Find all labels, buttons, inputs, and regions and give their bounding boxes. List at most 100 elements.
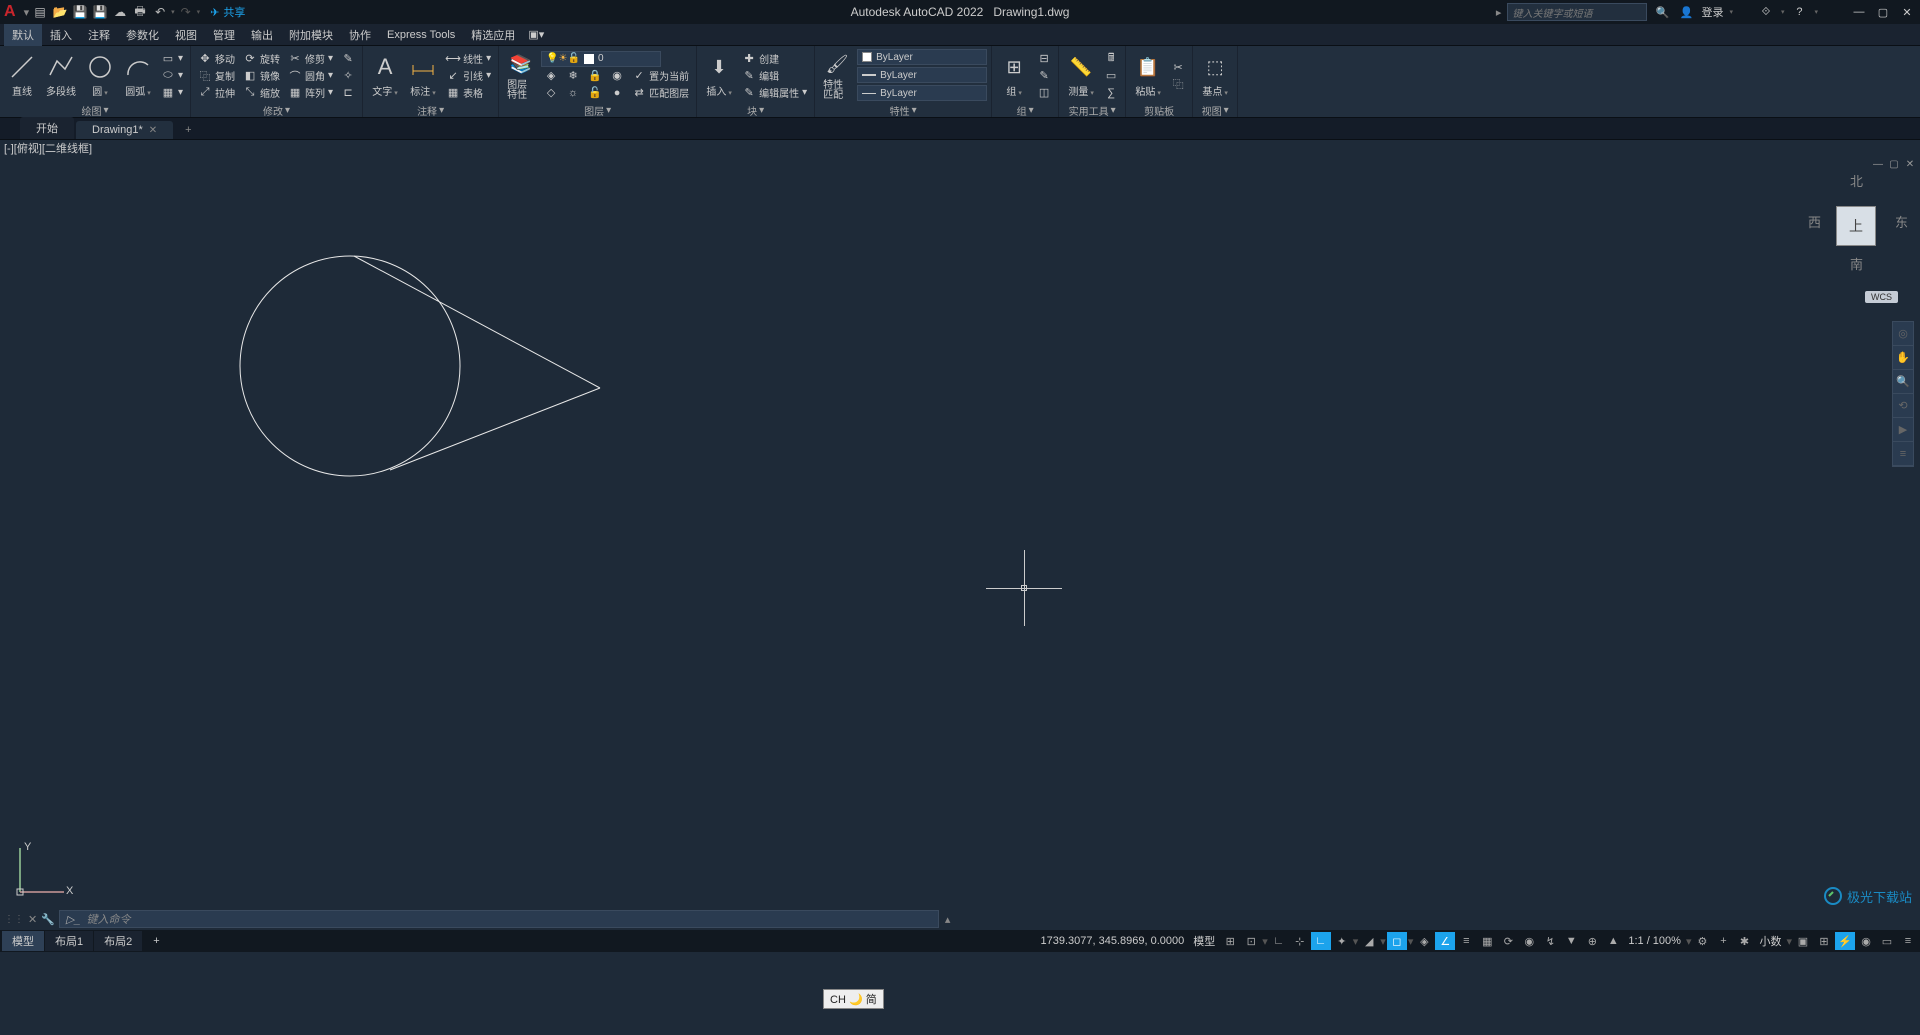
isolate-icon[interactable]: ◉	[1856, 932, 1876, 950]
layout1-tab[interactable]: 布局1	[45, 931, 93, 951]
share-button[interactable]: ✈ 共享	[210, 4, 245, 20]
nav-expand-icon[interactable]: ≡	[1893, 442, 1913, 466]
paste-button[interactable]: 📋 粘贴	[1130, 51, 1166, 100]
match-properties-button[interactable]: 🖌 特性匹配	[819, 49, 855, 103]
tab-collaborate[interactable]: 协作	[341, 24, 379, 46]
dimension-button[interactable]: 标注	[405, 51, 441, 100]
hatch-button[interactable]: ▦▾	[158, 85, 186, 101]
tab-manage[interactable]: 管理	[205, 24, 243, 46]
layer-uniso-button[interactable]: ◇	[541, 85, 561, 101]
cmd-drag-handle-icon[interactable]: ⋮⋮	[4, 914, 24, 925]
insert-block-button[interactable]: ⬇ 插入	[701, 51, 737, 100]
user-icon[interactable]: 👤	[1677, 3, 1695, 21]
ellipse-button[interactable]: ⬭▾	[158, 68, 186, 84]
scale-button[interactable]: ⤡缩放	[240, 85, 283, 101]
linear-dim-button[interactable]: ⟷线性▾	[443, 51, 494, 67]
count-button[interactable]: ∑	[1101, 85, 1121, 101]
open-icon[interactable]: 📂	[51, 3, 69, 21]
plot-icon[interactable]: 🖶	[131, 3, 149, 21]
grid-toggle-icon[interactable]: ⊞	[1220, 932, 1240, 950]
osnap3d-icon[interactable]: ◈	[1414, 932, 1434, 950]
nav-pan-icon[interactable]: ✋	[1893, 346, 1913, 370]
copy-button[interactable]: ⿻复制	[195, 68, 238, 84]
viewport-label[interactable]: [-][俯视][二维线框]	[0, 140, 1920, 156]
undo-icon[interactable]: ↶	[151, 3, 169, 21]
tab-parametric[interactable]: 参数化	[118, 24, 167, 46]
hwaccel-icon[interactable]: ⚡	[1835, 932, 1855, 950]
cycling-icon[interactable]: ⟳	[1498, 932, 1518, 950]
trim-button[interactable]: ✂修剪▾	[285, 51, 336, 67]
plus-icon[interactable]: +	[1713, 932, 1733, 950]
scale-display[interactable]: 1:1 / 100%	[1624, 933, 1685, 949]
start-tab[interactable]: 开始	[20, 117, 74, 139]
workspace-icon[interactable]: ⊞	[1814, 932, 1834, 950]
basepoint-button[interactable]: ⬚ 基点	[1197, 51, 1233, 100]
saveas-icon[interactable]: 💾	[91, 3, 109, 21]
group-button[interactable]: ⊞ 组	[996, 51, 1032, 100]
circle-button[interactable]: 圆	[82, 51, 118, 100]
units-display[interactable]: 小数	[1755, 931, 1785, 951]
add-layout-button[interactable]: +	[143, 933, 169, 949]
maximize-button[interactable]: ▢	[1874, 3, 1892, 21]
calc-button[interactable]: 🖩	[1101, 51, 1121, 67]
edit-attrib-button[interactable]: ✎编辑属性▾	[739, 85, 810, 101]
model-space-button[interactable]: 模型	[1189, 931, 1219, 951]
color-selector[interactable]: ByLayer	[857, 49, 987, 65]
tab-express[interactable]: Express Tools	[379, 26, 463, 44]
cmd-close-icon[interactable]: ✕	[28, 913, 37, 926]
customize-icon[interactable]: ≡	[1898, 932, 1918, 950]
viewcube-north[interactable]: 北	[1850, 171, 1863, 190]
app-logo[interactable]: A	[4, 3, 16, 21]
group-sel-button[interactable]: ◫	[1034, 85, 1054, 101]
3dosnap-icon[interactable]: ◉	[1519, 932, 1539, 950]
login-label[interactable]: 登录	[1701, 4, 1723, 20]
tab-home[interactable]: 默认	[4, 24, 42, 46]
annoscale-icon[interactable]: ▲	[1603, 932, 1623, 950]
layout2-tab[interactable]: 布局2	[94, 931, 142, 951]
redo-icon[interactable]: ↷	[177, 3, 195, 21]
create-block-button[interactable]: ✚创建	[739, 51, 810, 67]
cmd-config-icon[interactable]: 🔧	[41, 913, 55, 926]
leader-button[interactable]: ↙引线▾	[443, 68, 494, 84]
mirror-button[interactable]: ◧镜像	[240, 68, 283, 84]
layer-on-button[interactable]: ●	[607, 85, 627, 101]
measure-button[interactable]: 📏 测量	[1063, 51, 1099, 100]
help-icon[interactable]: ?	[1790, 3, 1808, 21]
select-button[interactable]: ▭	[1101, 68, 1121, 84]
tab-addins[interactable]: 附加模块	[281, 24, 341, 46]
qprops-icon[interactable]: ▣	[1793, 932, 1813, 950]
polar-icon[interactable]: ✦	[1332, 932, 1352, 950]
layer-iso-button[interactable]: ◈	[541, 68, 561, 84]
osnap-icon[interactable]: ◻	[1387, 932, 1407, 950]
app-icon[interactable]: ⟐	[1757, 3, 1775, 21]
cleanscreen-icon[interactable]: ▭	[1877, 932, 1897, 950]
layer-thaw-button[interactable]: ☼	[563, 85, 583, 101]
filter-icon[interactable]: ▼	[1561, 932, 1581, 950]
drawing-tab[interactable]: Drawing1*✕	[76, 121, 173, 139]
model-tab[interactable]: 模型	[2, 931, 44, 951]
layer-unlock-button[interactable]: 🔓	[585, 85, 605, 101]
wcs-badge[interactable]: WCS	[1865, 291, 1898, 303]
viewcube[interactable]: 北 南 西 东 上	[1806, 166, 1906, 286]
isodraft-icon[interactable]: ◢	[1359, 932, 1379, 950]
erase-button[interactable]: ✎	[338, 51, 358, 67]
fillet-button[interactable]: ⌒圆角▾	[285, 68, 336, 84]
command-input[interactable]: ▷_ 键入命令	[59, 910, 939, 928]
dyninput-icon[interactable]: ⊹	[1290, 932, 1310, 950]
set-current-button[interactable]: ✓置为当前	[629, 68, 692, 84]
tab-featured[interactable]: 精选应用	[463, 24, 523, 46]
nav-wheel-icon[interactable]: ◎	[1893, 322, 1913, 346]
close-button[interactable]: ✕	[1898, 3, 1916, 21]
nav-zoom-icon[interactable]: 🔍	[1893, 370, 1913, 394]
webmobile-icon[interactable]: ☁	[111, 3, 129, 21]
move-button[interactable]: ✥移动	[195, 51, 238, 67]
transparency-icon[interactable]: ▦	[1477, 932, 1497, 950]
cmd-history-icon[interactable]: ▴	[945, 913, 951, 926]
array-button[interactable]: ▦阵列▾	[285, 85, 336, 101]
tab-output[interactable]: 输出	[243, 24, 281, 46]
layer-freeze-button[interactable]: ❄	[563, 68, 583, 84]
annotation-vis-icon[interactable]: ✱	[1734, 932, 1754, 950]
stretch-button[interactable]: ⤢拉伸	[195, 85, 238, 101]
tab-insert[interactable]: 插入	[42, 24, 80, 46]
layer-properties-button[interactable]: 📚 图层特性	[503, 49, 539, 103]
